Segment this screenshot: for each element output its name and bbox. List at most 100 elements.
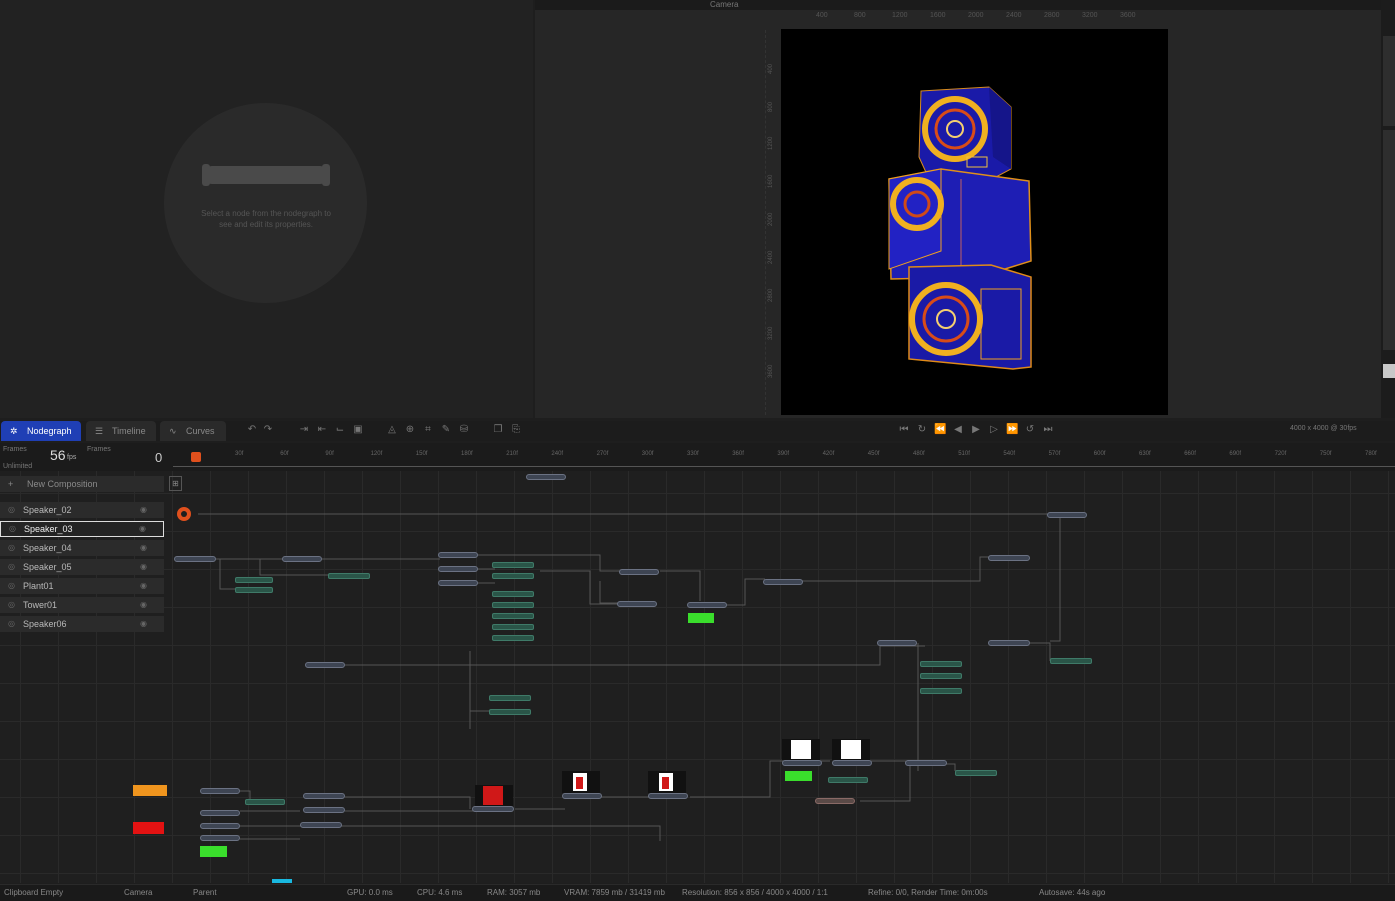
- node-thumbnail[interactable]: [272, 879, 292, 883]
- shape-icon[interactable]: ◬: [386, 424, 398, 436]
- node[interactable]: [492, 613, 534, 619]
- node[interactable]: [235, 577, 273, 583]
- import-icon[interactable]: ⇥: [298, 424, 310, 436]
- node[interactable]: [492, 573, 534, 579]
- node[interactable]: [763, 579, 803, 585]
- visibility-icon[interactable]: ◉: [140, 597, 147, 613]
- node[interactable]: [1050, 658, 1092, 664]
- node[interactable]: [489, 709, 531, 715]
- image-icon[interactable]: ▣: [352, 424, 364, 436]
- color-swatch-red[interactable]: [133, 822, 164, 834]
- node[interactable]: [489, 695, 531, 701]
- play-icon[interactable]: ▶: [970, 424, 982, 436]
- loop-icon[interactable]: ↻: [916, 424, 928, 436]
- step-back-icon[interactable]: ◀: [952, 424, 964, 436]
- node-thumbnail[interactable]: [475, 785, 513, 806]
- node[interactable]: [832, 760, 872, 766]
- new-composition-button[interactable]: + New Composition: [0, 476, 164, 492]
- connect-icon[interactable]: ⌙: [334, 424, 346, 436]
- node[interactable]: [955, 770, 997, 776]
- composition-settings-icon[interactable]: ⊞: [169, 476, 182, 491]
- undo-icon[interactable]: ↶: [246, 424, 258, 436]
- node[interactable]: [328, 573, 370, 579]
- node[interactable]: [303, 793, 345, 799]
- node[interactable]: [235, 587, 273, 593]
- node[interactable]: [305, 662, 345, 668]
- layer-item[interactable]: ◎ Speaker_05 ◉: [0, 559, 164, 575]
- export-icon[interactable]: ⇤: [316, 424, 328, 436]
- node[interactable]: [687, 602, 727, 608]
- crop-icon[interactable]: ⌗: [422, 424, 434, 436]
- layer-item[interactable]: ◎ Speaker06 ◉: [0, 616, 164, 632]
- layer-item[interactable]: ◎ Speaker_04 ◉: [0, 540, 164, 556]
- node[interactable]: [492, 562, 534, 568]
- bucket-icon[interactable]: ⛁: [458, 424, 470, 436]
- tab-timeline[interactable]: ☰ Timeline: [86, 421, 156, 441]
- visibility-icon[interactable]: ◉: [140, 540, 147, 556]
- node[interactable]: [438, 566, 478, 572]
- repeat-icon[interactable]: ↺: [1024, 424, 1036, 436]
- node[interactable]: [905, 760, 947, 766]
- render-canvas[interactable]: [781, 29, 1168, 415]
- node[interactable]: [174, 556, 216, 562]
- redo-icon[interactable]: ↷: [262, 424, 274, 436]
- node[interactable]: [492, 602, 534, 608]
- node[interactable]: [300, 822, 342, 828]
- skip-start-icon[interactable]: ⏮: [898, 424, 910, 436]
- node[interactable]: [877, 640, 917, 646]
- color-swatch-orange[interactable]: [133, 785, 167, 796]
- node[interactable]: [472, 806, 514, 812]
- playhead[interactable]: [191, 452, 201, 462]
- node-add-icon[interactable]: ⊕: [404, 424, 416, 436]
- node[interactable]: [920, 673, 962, 679]
- node[interactable]: [200, 823, 240, 829]
- visibility-icon[interactable]: ◉: [140, 559, 147, 575]
- paste-icon[interactable]: ⎘: [510, 424, 522, 436]
- node[interactable]: [988, 555, 1030, 561]
- node[interactable]: [200, 788, 240, 794]
- node[interactable]: [920, 661, 962, 667]
- unlimited-label[interactable]: Unlimited: [3, 463, 32, 470]
- timeline-ruler[interactable]: 30f 60f 90f 120f 150f 180f 210f 240f 270f 300f 330…: [173, 449, 1395, 467]
- output-badge[interactable]: [688, 613, 714, 623]
- node[interactable]: [282, 556, 322, 562]
- node[interactable]: [782, 760, 822, 766]
- node[interactable]: [648, 793, 688, 799]
- fast-forward-icon[interactable]: ⏩: [1006, 424, 1018, 436]
- visibility-icon[interactable]: ◉: [140, 502, 147, 518]
- node[interactable]: [988, 640, 1030, 646]
- node[interactable]: [492, 591, 534, 597]
- node-thumbnail[interactable]: [562, 771, 600, 793]
- current-frame[interactable]: 0: [155, 450, 162, 465]
- node[interactable]: [438, 580, 478, 586]
- tab-nodegraph[interactable]: ✲ Nodegraph: [1, 421, 81, 441]
- rewind-icon[interactable]: ⏪: [934, 424, 946, 436]
- layer-item[interactable]: ◎ Plant01 ◉: [0, 578, 164, 594]
- node-thumbnail[interactable]: [832, 739, 870, 760]
- node[interactable]: [200, 810, 240, 816]
- node[interactable]: [200, 835, 240, 841]
- composition-output-icon[interactable]: [177, 507, 191, 521]
- nodegraph-canvas[interactable]: [0, 471, 1395, 883]
- visibility-icon[interactable]: ◉: [139, 522, 146, 536]
- node[interactable]: [492, 624, 534, 630]
- skip-end-icon[interactable]: ⏭: [1042, 424, 1054, 436]
- node[interactable]: [492, 635, 534, 641]
- node-thumbnail[interactable]: [782, 739, 820, 760]
- layer-item[interactable]: ◎ Speaker_02 ◉: [0, 502, 164, 518]
- tab-curves[interactable]: ∿ Curves: [160, 421, 226, 441]
- node-thumbnail[interactable]: [648, 771, 686, 793]
- node[interactable]: [1047, 512, 1087, 518]
- visibility-icon[interactable]: ◉: [140, 616, 147, 632]
- copy-icon[interactable]: ❐: [492, 424, 504, 436]
- node[interactable]: [619, 569, 659, 575]
- node[interactable]: [526, 474, 566, 480]
- layer-item[interactable]: ◎ Speaker_03 ◉: [0, 521, 164, 537]
- node[interactable]: [815, 798, 855, 804]
- node[interactable]: [303, 807, 345, 813]
- node[interactable]: [920, 688, 962, 694]
- visibility-icon[interactable]: ◉: [140, 578, 147, 594]
- node[interactable]: [438, 552, 478, 558]
- paint-icon[interactable]: ✎: [440, 424, 452, 436]
- layer-item[interactable]: ◎ Tower01 ◉: [0, 597, 164, 613]
